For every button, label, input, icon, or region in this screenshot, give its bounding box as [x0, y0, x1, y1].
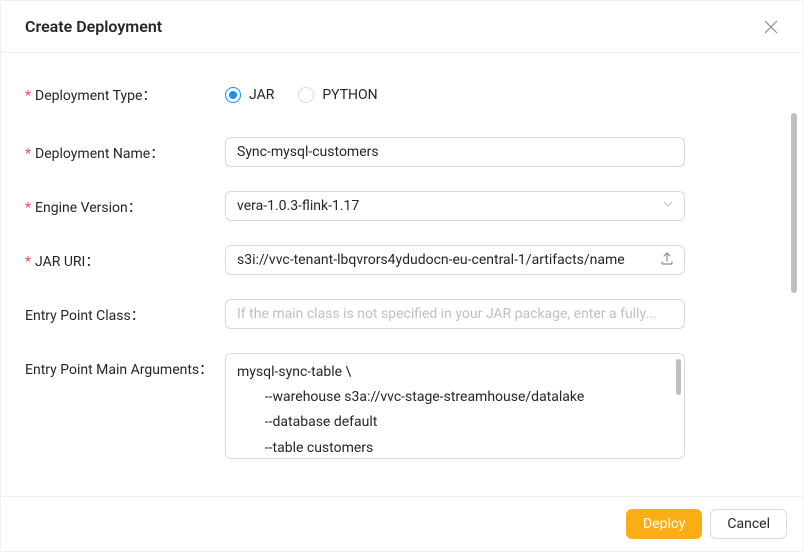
entry-point-class-row: Entry Point Class：	[25, 299, 779, 329]
radio-circle-icon	[298, 87, 314, 103]
jar-uri-wrap	[225, 245, 685, 275]
engine-version-selected[interactable]: vera-1.0.3-flink-1.17	[225, 191, 685, 221]
deploy-button[interactable]: Deploy	[626, 509, 702, 539]
required-mark: *	[25, 200, 31, 216]
radio-python[interactable]: PYTHON	[298, 87, 377, 103]
body-scrollbar-track[interactable]	[791, 113, 797, 353]
upload-icon[interactable]	[660, 251, 674, 269]
deployment-type-radio-group: JAR PYTHON	[225, 87, 685, 103]
modal-header: Create Deployment	[1, 1, 803, 53]
entry-point-args-label: Entry Point Main Arguments：	[25, 353, 225, 379]
radio-circle-icon	[225, 87, 241, 103]
engine-version-select[interactable]: vera-1.0.3-flink-1.17	[225, 191, 685, 221]
deployment-name-label: *Deployment Name：	[25, 137, 225, 163]
radio-jar[interactable]: JAR	[225, 87, 274, 103]
entry-point-args-textarea[interactable]	[225, 353, 685, 459]
textarea-scrollbar[interactable]	[676, 359, 681, 395]
entry-point-class-input[interactable]	[225, 299, 685, 329]
modal-title: Create Deployment	[25, 17, 162, 36]
engine-version-row: *Engine Version： vera-1.0.3-flink-1.17	[25, 191, 779, 221]
modal-footer: Deploy Cancel	[1, 496, 803, 551]
jar-uri-row: *JAR URI：	[25, 245, 779, 275]
create-deployment-modal: Create Deployment *Deployment Type： JAR	[0, 0, 804, 552]
deployment-type-row: *Deployment Type： JAR PYTHON	[25, 85, 779, 105]
required-mark: *	[25, 254, 31, 270]
cancel-button[interactable]: Cancel	[710, 509, 787, 539]
deployment-name-input[interactable]	[225, 137, 685, 167]
required-mark: *	[25, 88, 31, 104]
body-scrollbar-thumb[interactable]	[791, 113, 797, 293]
modal-body: *Deployment Type： JAR PYTHON *Deployment	[1, 53, 803, 496]
entry-point-args-row: Entry Point Main Arguments：	[25, 353, 779, 463]
close-icon[interactable]	[763, 19, 779, 35]
engine-version-label: *Engine Version：	[25, 191, 225, 217]
required-mark: *	[25, 146, 31, 162]
deployment-type-label: *Deployment Type：	[25, 85, 225, 105]
entry-point-class-label: Entry Point Class：	[25, 299, 225, 325]
jar-uri-label: *JAR URI：	[25, 245, 225, 271]
deployment-name-row: *Deployment Name：	[25, 137, 779, 167]
jar-uri-input[interactable]	[225, 245, 685, 275]
